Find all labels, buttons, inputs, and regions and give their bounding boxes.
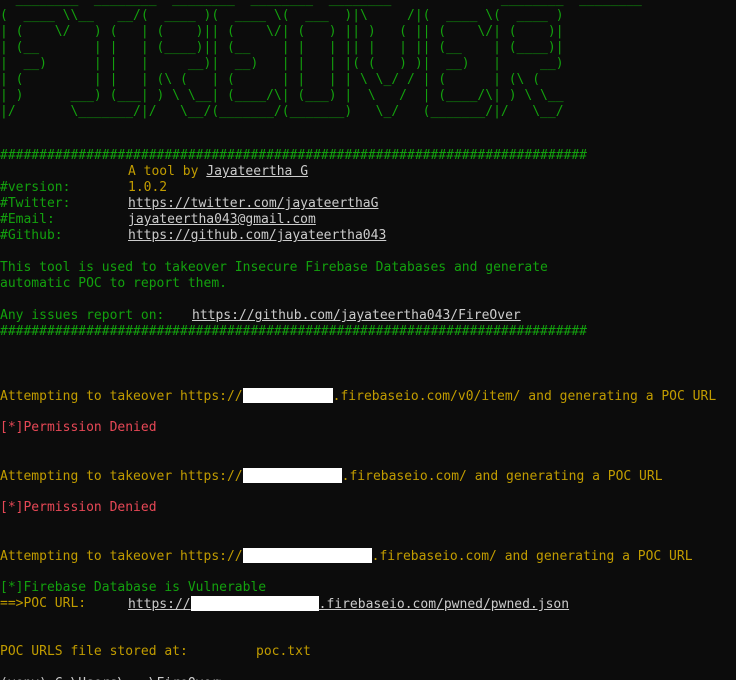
poc-url-link[interactable]: https:// .firebaseio.com/pwned/pwned.json xyxy=(128,596,569,613)
banner-line: |/ \_______/|/ \__/(_______/(_______) \_… xyxy=(0,104,564,119)
banner-line: ( ____ \\__ __/( ____ )( ____ \( ___ )|\… xyxy=(0,8,564,23)
banner-clipped-top: ________ ________ ________ ________ ____… xyxy=(0,0,642,8)
attempt-prefix: Attempting to takeover https:// xyxy=(0,549,243,564)
tool-author-line: A tool by Jayateertha G xyxy=(128,164,308,180)
attempt-line: Attempting to takeover https:// .firebase… xyxy=(0,468,663,485)
poc-url-prefix: https:// xyxy=(128,597,191,612)
terminal-window[interactable]: ________ ________ ________ ________ ____… xyxy=(0,0,736,680)
attempt-line: Attempting to takeover https:// .firebase… xyxy=(0,388,716,405)
redacted-subdomain xyxy=(190,596,319,611)
attempt-line: Attempting to takeover https:// .firebase… xyxy=(0,548,693,565)
prompt-line-clipped: (venv) C:\Users\...\FireOver> xyxy=(0,676,227,680)
banner-line: | ( \/ ) ( | ( )|| ( \/| ( ) || ) ( || (… xyxy=(0,24,564,39)
tool-author-prefix: A tool by xyxy=(128,164,207,179)
redacted-subdomain xyxy=(242,388,333,403)
attempt-suffix: .firebaseio.com/ and generating a POC UR… xyxy=(371,549,693,564)
tool-author-name: Jayateertha G xyxy=(206,164,309,179)
attempt-result: [*]Firebase Database is Vulnerable xyxy=(0,580,267,595)
issues-label: Any issues report on: xyxy=(0,308,165,323)
description-line: This tool is used to takeover Insecure F… xyxy=(0,260,548,275)
banner-line: | ) ___) (___| ) \ \__| (____/\| (___) |… xyxy=(0,88,564,103)
attempt-suffix: .firebaseio.com/ and generating a POC UR… xyxy=(341,469,663,484)
attempt-result: [*]Permission Denied xyxy=(0,500,157,515)
redacted-subdomain xyxy=(242,468,342,483)
attempt-result: [*]Permission Denied xyxy=(0,420,157,435)
poc-label: ==>POC URL: xyxy=(0,596,87,611)
attempt-prefix: Attempting to takeover https:// xyxy=(0,469,243,484)
hash-separator: ########################################… xyxy=(0,324,587,339)
redacted-subdomain xyxy=(242,548,372,563)
description-line: automatic POC to report them. xyxy=(0,276,227,291)
twitter-label: #Twitter: xyxy=(0,196,71,211)
issues-link[interactable]: https://github.com/jayateertha043/FireOv… xyxy=(192,308,521,324)
stored-file: poc.txt xyxy=(256,644,311,659)
twitter-link[interactable]: https://twitter.com/jayateerthaG xyxy=(128,196,378,212)
banner-line: | (__ | | | (____)|| (__ | | | || | | ||… xyxy=(0,40,564,55)
banner-line: | ( | | | (\ ( | ( | | | | \ \_/ / | ( |… xyxy=(0,72,564,87)
github-label: #Github: xyxy=(0,228,63,243)
poc-url-suffix: .firebaseio.com/pwned/pwned.json xyxy=(318,597,570,612)
version-label: #version: xyxy=(0,180,71,195)
stored-label: POC URLS file stored at: xyxy=(0,644,188,659)
version-value: 1.0.2 xyxy=(128,180,168,195)
banner-line: | __) | | | __)| __) | | | |( ( ) )| __)… xyxy=(0,56,564,71)
hash-separator: ########################################… xyxy=(0,148,587,163)
email-link[interactable]: jayateertha043@gmail.com xyxy=(128,212,316,228)
attempt-prefix: Attempting to takeover https:// xyxy=(0,389,243,404)
email-label: #Email: xyxy=(0,212,55,227)
github-link[interactable]: https://github.com/jayateertha043 xyxy=(128,228,386,244)
attempt-suffix: .firebaseio.com/v0/item/ and generating … xyxy=(332,389,717,404)
